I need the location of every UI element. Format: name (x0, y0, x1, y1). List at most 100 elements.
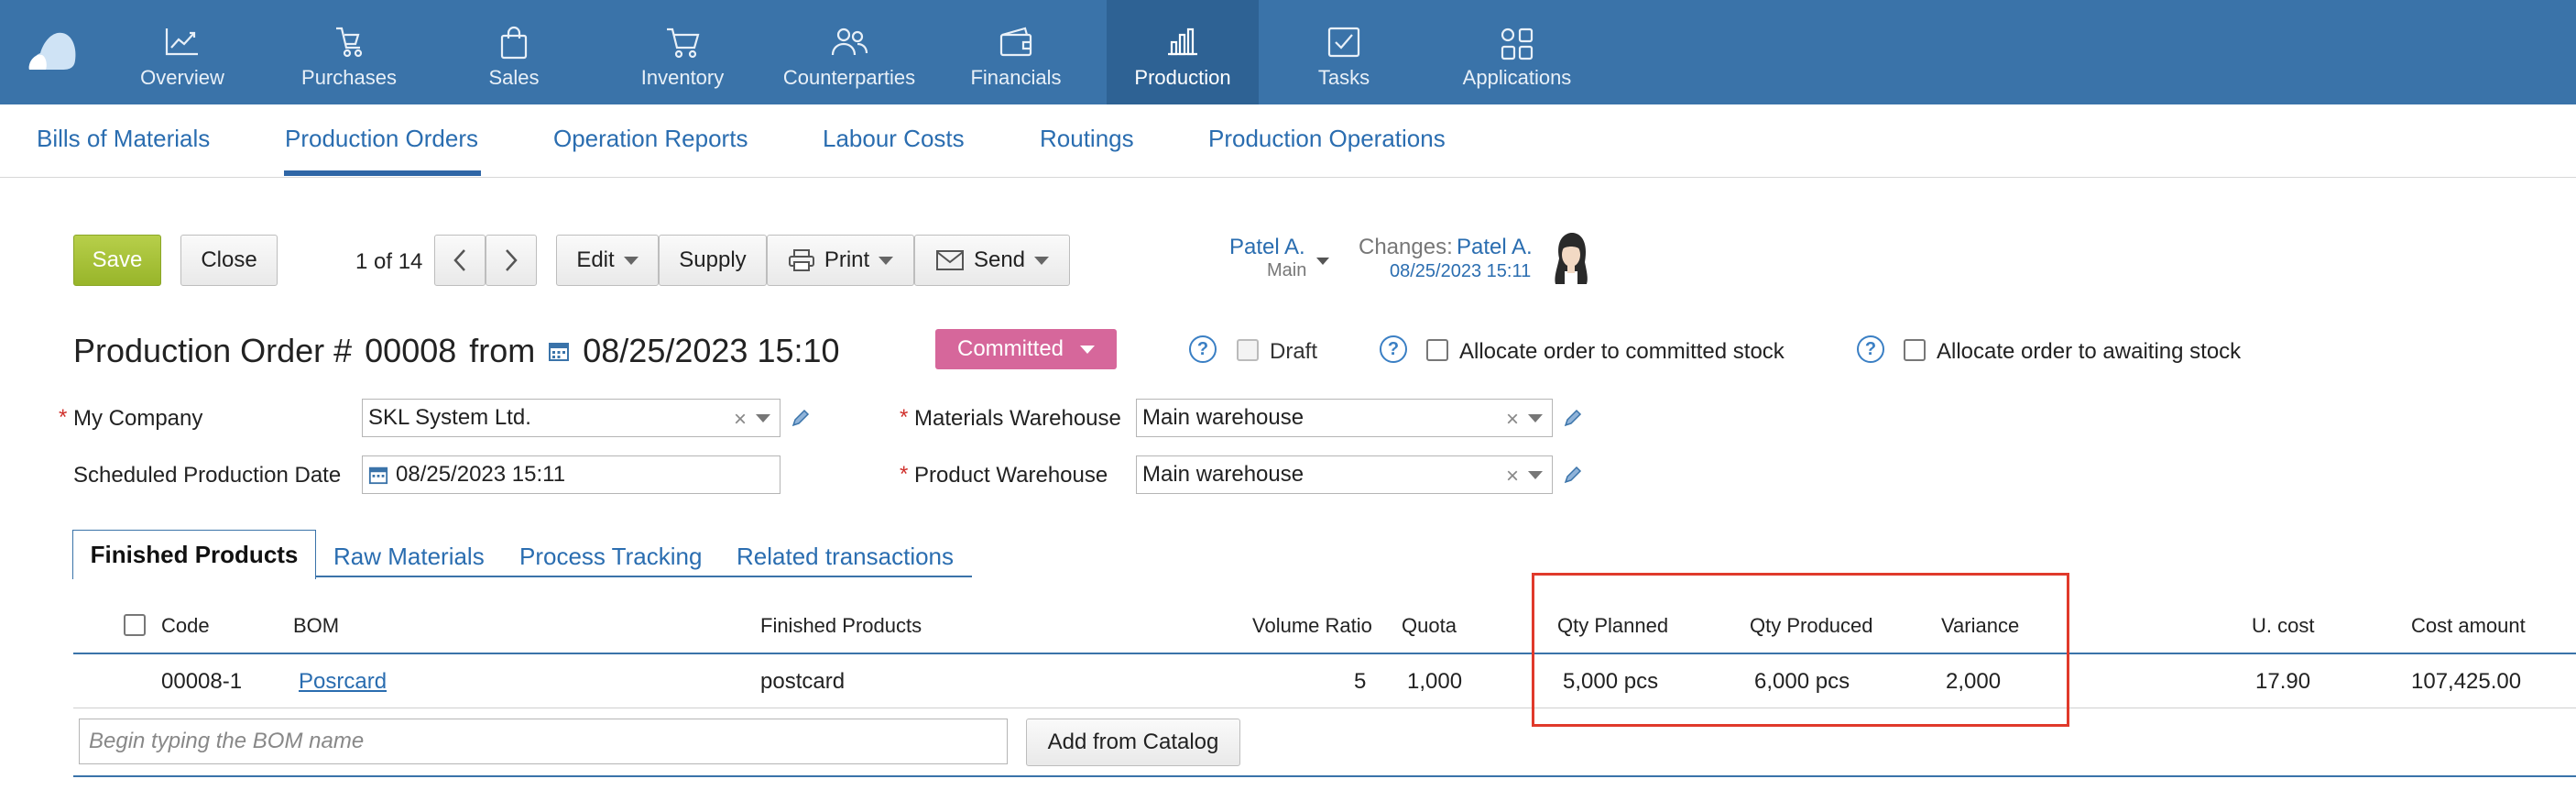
nav-tasks[interactable]: Tasks (1293, 0, 1394, 104)
required-marker: * (59, 405, 68, 430)
allocate-committed-label: Allocate order to committed stock (1459, 339, 1785, 364)
column-header-volume-ratio[interactable]: Volume Ratio (1252, 614, 1372, 638)
save-button[interactable]: Save (73, 235, 161, 286)
chart-line-icon (165, 28, 198, 56)
calendar-icon[interactable] (368, 465, 388, 485)
document-heading: Production Order # 00008 from 08/25/2023… (73, 332, 840, 370)
materials-warehouse-field[interactable]: Main warehouse × (1136, 399, 1553, 437)
tab-bar-divider (316, 576, 972, 577)
tab-label: Finished Products (90, 541, 299, 568)
subnav-bills-of-materials[interactable]: Bills of Materials (37, 125, 210, 153)
chevron-left-icon (453, 249, 465, 271)
chevron-down-icon[interactable] (756, 414, 770, 422)
clear-icon[interactable]: × (1506, 464, 1519, 489)
changes-label: Changes: (1359, 235, 1453, 259)
column-header-code[interactable]: Code (161, 614, 210, 638)
apps-grid-icon (1501, 27, 1534, 60)
subnav-operation-reports[interactable]: Operation Reports (553, 125, 748, 153)
clear-icon[interactable]: × (734, 407, 747, 433)
bom-search-input[interactable]: Begin typing the BOM name (79, 719, 1008, 764)
print-button[interactable]: Print (767, 235, 914, 286)
cell-volume-ratio: 5 (1354, 669, 1367, 694)
help-icon[interactable]: ? (1189, 335, 1217, 363)
nav-production[interactable]: Production (1107, 0, 1259, 104)
avatar (1555, 233, 1588, 284)
cell-code: 00008-1 (161, 669, 243, 694)
edit-label: Edit (576, 247, 615, 272)
nav-applications[interactable]: Applications (1453, 0, 1581, 104)
order-number[interactable]: 00008 (365, 332, 456, 370)
materials-warehouse-label: Materials Warehouse (914, 406, 1121, 431)
tab-finished-products[interactable]: Finished Products (72, 530, 316, 579)
column-header-quota[interactable]: Quota (1402, 614, 1457, 638)
subnav-routings[interactable]: Routings (1040, 125, 1134, 153)
product-warehouse-value: Main warehouse (1142, 462, 1304, 487)
tab-related-transactions[interactable]: Related transactions (737, 543, 954, 571)
chevron-down-icon[interactable] (1528, 471, 1543, 479)
nav-counterparties[interactable]: Counterparties (777, 0, 922, 104)
tab-raw-materials[interactable]: Raw Materials (333, 543, 485, 571)
edit-pencil-icon[interactable] (1562, 407, 1584, 429)
pager-text: 1 of 14 (355, 249, 423, 274)
subnav-labour-costs[interactable]: Labour Costs (823, 125, 965, 153)
nav-inventory[interactable]: Inventory (632, 0, 733, 104)
bar-chart-icon (1168, 27, 1197, 56)
help-icon[interactable]: ? (1857, 335, 1884, 363)
status-label: Committed (956, 336, 1064, 361)
table-header-divider (73, 653, 2576, 654)
edit-pencil-icon[interactable] (790, 407, 812, 429)
allocate-awaiting-checkbox[interactable] (1904, 339, 1926, 361)
owner-name[interactable]: Patel A. (1229, 235, 1305, 260)
column-header-unit-cost[interactable]: U. cost (2252, 614, 2314, 638)
edit-pencil-icon[interactable] (1562, 464, 1584, 486)
supply-button[interactable]: Supply (659, 235, 767, 286)
edit-button[interactable]: Edit (556, 235, 659, 286)
my-company-field[interactable]: SKL System Ltd. × (362, 399, 780, 437)
changes-author[interactable]: Patel A. (1457, 235, 1533, 260)
nav-label: Sales (488, 66, 540, 89)
allocate-committed-checkbox[interactable] (1426, 339, 1448, 361)
nav-overview[interactable]: Overview (132, 0, 233, 104)
nav-label: Tasks (1317, 66, 1370, 89)
order-date[interactable]: 08/25/2023 15:10 (583, 332, 839, 370)
select-all-checkbox[interactable] (124, 614, 146, 636)
people-icon (831, 27, 868, 56)
from-label: from (469, 332, 536, 369)
subnav-production-orders[interactable]: Production Orders (285, 125, 478, 153)
cell-finished-product: postcard (760, 669, 846, 694)
column-header-finished-products[interactable]: Finished Products (760, 614, 922, 638)
help-icon[interactable]: ? (1380, 335, 1407, 363)
caret-down-icon (623, 256, 639, 265)
app-logo-icon[interactable] (26, 27, 79, 73)
owner-dropdown-icon[interactable] (1316, 258, 1329, 265)
required-marker: * (900, 405, 909, 430)
nav-financials[interactable]: Financials (966, 0, 1066, 104)
caret-down-icon (879, 256, 894, 265)
calendar-icon[interactable] (548, 340, 570, 362)
my-company-value: SKL System Ltd. (368, 405, 531, 430)
send-label: Send (973, 247, 1026, 272)
tab-process-tracking[interactable]: Process Tracking (519, 543, 702, 571)
purchases-icon (336, 27, 363, 58)
highlight-box (1532, 573, 2069, 727)
nav-purchases[interactable]: Purchases (289, 0, 409, 104)
next-button[interactable] (486, 235, 537, 286)
bom-link[interactable]: Posrcard (299, 669, 387, 694)
scheduled-date-value: 08/25/2023 15:11 (396, 462, 566, 487)
scheduled-date-field[interactable]: 08/25/2023 15:11 (362, 455, 780, 494)
chevron-down-icon[interactable] (1528, 414, 1543, 422)
column-header-bom[interactable]: BOM (293, 614, 339, 638)
product-warehouse-field[interactable]: Main warehouse × (1136, 455, 1553, 494)
active-subnav-indicator (284, 170, 481, 176)
previous-button[interactable] (434, 235, 486, 286)
add-from-catalog-button[interactable]: Add from Catalog (1026, 719, 1240, 766)
close-button[interactable]: Close (180, 235, 278, 286)
status-dropdown[interactable]: Committed (935, 329, 1117, 369)
subnav-production-operations[interactable]: Production Operations (1208, 125, 1446, 153)
nav-sales[interactable]: Sales (464, 0, 564, 104)
owner-group: Main (1267, 260, 1307, 280)
send-button[interactable]: Send (914, 235, 1070, 286)
draft-checkbox[interactable] (1237, 339, 1259, 361)
clear-icon[interactable]: × (1506, 407, 1519, 433)
column-header-cost-amount[interactable]: Cost amount (2411, 614, 2526, 638)
